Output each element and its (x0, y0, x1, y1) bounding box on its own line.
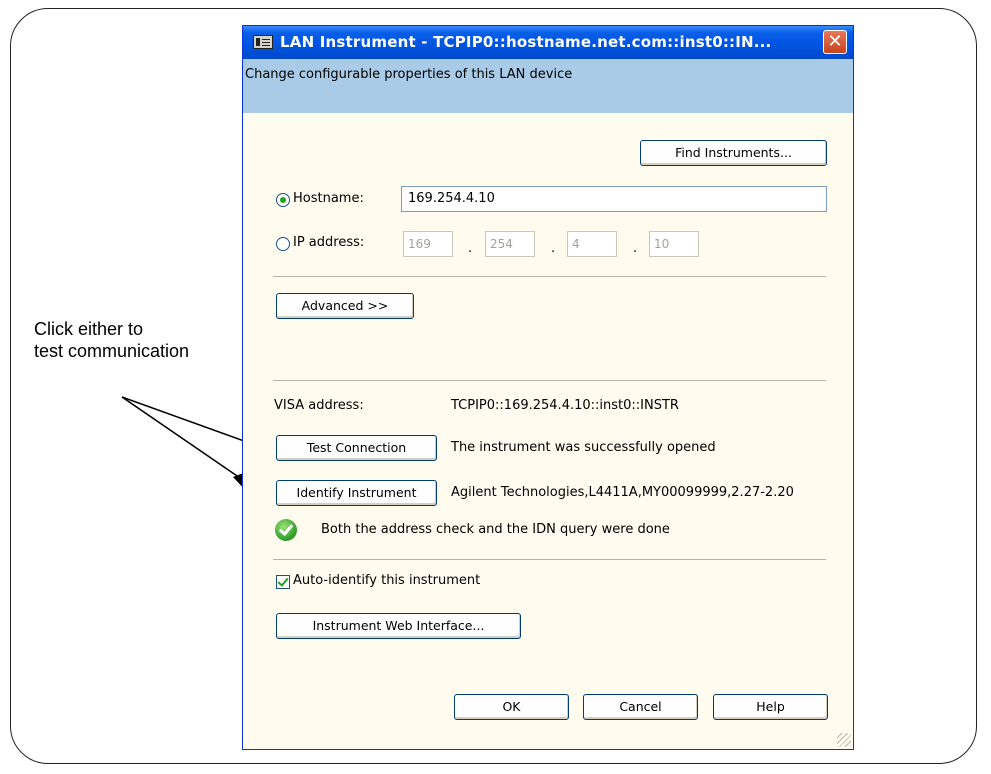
auto-identify-label: Auto-identify this instrument (293, 573, 481, 588)
dialog-body: Find Instruments... Hostname: 169.254.4.… (243, 113, 853, 749)
instrument-window-icon (253, 35, 273, 49)
divider (273, 276, 826, 277)
ip-separator: . (551, 241, 556, 256)
status-message: Both the address check and the IDN query… (321, 522, 670, 537)
identify-instrument-result: Agilent Technologies,L4411A,MY00099999,2… (451, 485, 794, 500)
visa-address-label: VISA address: (274, 398, 364, 413)
hostname-input[interactable]: 169.254.4.10 (401, 186, 827, 212)
instrument-web-interface-button[interactable]: Instrument Web Interface... (276, 613, 521, 639)
dialog-titlebar[interactable]: LAN Instrument - TCPIP0::hostname.net.co… (243, 26, 853, 59)
close-button[interactable]: ✕ (823, 30, 847, 54)
arrow-to-identify-instrument (121, 396, 244, 481)
identify-instrument-button[interactable]: Identify Instrument (276, 480, 437, 506)
divider (273, 380, 826, 381)
hostname-radio[interactable] (276, 193, 290, 207)
dialog-title: LAN Instrument - TCPIP0::hostname.net.co… (280, 33, 772, 51)
find-instruments-button[interactable]: Find Instruments... (640, 140, 827, 166)
ip-octet-1[interactable]: 169 (403, 231, 453, 257)
ip-address-radio[interactable] (276, 237, 290, 251)
auto-identify-checkbox[interactable] (276, 575, 290, 589)
close-icon: ✕ (827, 31, 843, 52)
arrow-to-test-connection (121, 396, 259, 447)
ip-octet-4[interactable]: 10 (649, 231, 699, 257)
ip-octet-3[interactable]: 4 (567, 231, 617, 257)
ip-octet-2[interactable]: 254 (485, 231, 535, 257)
ip-separator: . (633, 241, 638, 256)
advanced-button[interactable]: Advanced >> (276, 293, 414, 319)
ok-button[interactable]: OK (454, 694, 569, 720)
ip-address-label: IP address: (293, 235, 365, 250)
ip-separator: . (468, 241, 473, 256)
help-button[interactable]: Help (713, 694, 828, 720)
cancel-button[interactable]: Cancel (583, 694, 698, 720)
dialog-description: Change configurable properties of this L… (245, 67, 573, 82)
lan-instrument-dialog: LAN Instrument - TCPIP0::hostname.net.co… (242, 25, 854, 750)
visa-address-value: TCPIP0::169.254.4.10::inst0::INSTR (451, 398, 679, 413)
resize-grip-icon[interactable] (837, 733, 851, 747)
description-band: Change configurable properties of this L… (243, 59, 853, 113)
test-connection-result: The instrument was successfully opened (451, 440, 716, 455)
test-connection-button[interactable]: Test Connection (276, 435, 437, 461)
hostname-label: Hostname: (293, 191, 364, 206)
divider (273, 559, 826, 560)
green-check-icon (275, 519, 297, 541)
